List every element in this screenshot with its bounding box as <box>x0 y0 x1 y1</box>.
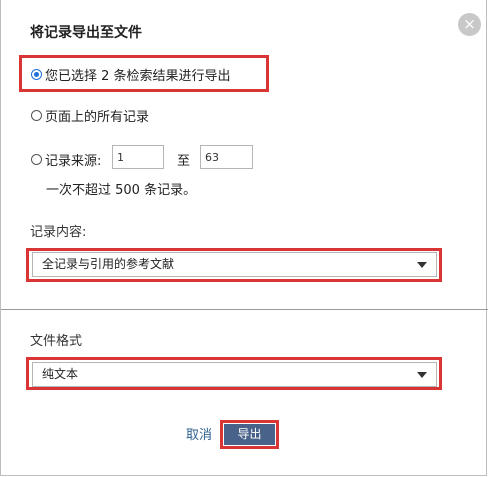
radio-unchecked-icon[interactable] <box>31 110 42 121</box>
radio-option-selected-records[interactable]: 您已选择 2 条检索结果进行导出 <box>31 65 231 84</box>
close-icon[interactable]: × <box>458 13 481 36</box>
chevron-down-icon <box>417 262 427 268</box>
record-content-select[interactable]: 全记录与引用的参考文献 <box>32 252 437 277</box>
cancel-link[interactable]: 取消 <box>186 424 212 443</box>
section-divider <box>1 309 488 310</box>
radio-unchecked-icon[interactable] <box>31 154 42 165</box>
radio-checked-icon[interactable] <box>31 69 42 80</box>
range-to-input[interactable] <box>200 145 253 169</box>
radio-option-all-on-page[interactable]: 页面上的所有记录 <box>31 106 149 125</box>
radio-label-all-on-page: 页面上的所有记录 <box>45 110 150 125</box>
radio-label-selected-records: 您已选择 2 条检索结果进行导出 <box>45 69 231 84</box>
range-to-label: 至 <box>177 154 191 169</box>
radio-option-record-range[interactable]: 记录来源: <box>31 150 101 169</box>
file-format-value: 纯文本 <box>42 367 79 381</box>
record-content-value: 全记录与引用的参考文献 <box>42 257 175 271</box>
export-dialog: 将记录导出至文件 × 您已选择 2 条检索结果进行导出 页面上的所有记录 记录来… <box>0 0 488 476</box>
record-content-label: 记录内容: <box>30 225 87 240</box>
file-format-label: 文件格式 <box>30 334 83 349</box>
export-button[interactable]: 导出 <box>224 424 275 445</box>
range-limit-note: 一次不超过 500 条记录。 <box>46 183 197 198</box>
dialog-title: 将记录导出至文件 <box>30 25 142 41</box>
radio-label-record-range: 记录来源: <box>45 154 102 169</box>
range-from-input[interactable] <box>112 145 164 169</box>
chevron-down-icon <box>417 372 427 378</box>
file-format-select[interactable]: 纯文本 <box>32 362 437 387</box>
